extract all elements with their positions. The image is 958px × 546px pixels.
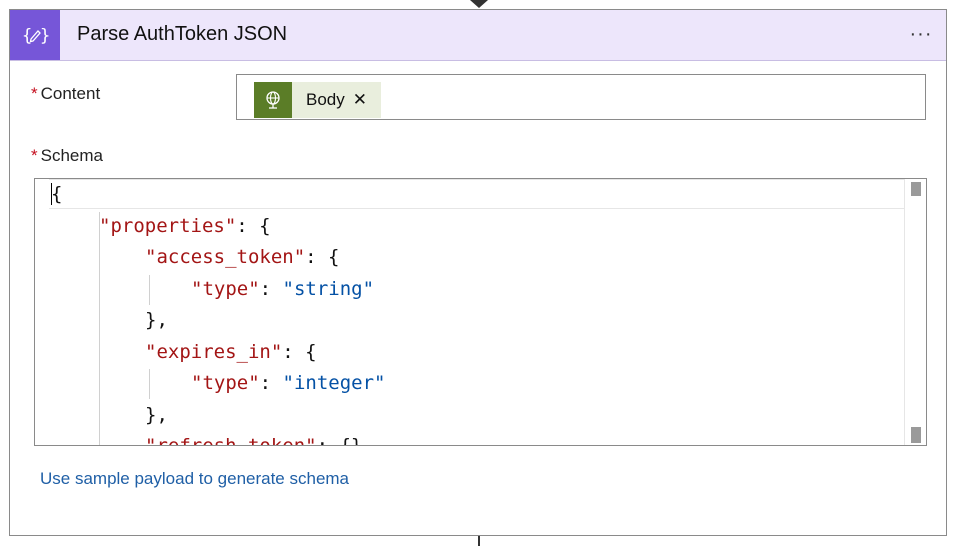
sample-payload-link[interactable]: Use sample payload to generate schema: [40, 469, 349, 489]
code-token: {: [328, 246, 340, 268]
scroll-thumb[interactable]: [911, 182, 921, 196]
code-token: },: [145, 309, 168, 331]
required-marker: *: [31, 84, 38, 103]
code-token: {: [305, 340, 317, 363]
more-options-button[interactable]: ···: [904, 19, 938, 49]
code-line: "refresh_token": {}: [145, 431, 363, 446]
indent-guide: [149, 369, 150, 399]
content-label: * Content: [31, 84, 101, 103]
schema-label: * Schema: [31, 146, 103, 165]
code-token: "properties": [99, 214, 237, 237]
code-token: {: [259, 214, 271, 237]
body-token[interactable]: Body ✕: [254, 82, 381, 118]
code-line: "type": "integer": [191, 368, 385, 399]
code-token: {: [51, 183, 63, 205]
required-marker: *: [31, 146, 38, 165]
code-token: "integer": [282, 372, 386, 394]
code-token: :: [259, 277, 283, 300]
code-line: "expires_in": {: [145, 337, 317, 368]
code-line: },: [145, 400, 168, 431]
action-title[interactable]: Parse AuthToken JSON: [77, 23, 287, 46]
code-token: :: [236, 214, 260, 237]
globe-icon: [254, 82, 292, 118]
connector-line-bottom: [478, 536, 480, 546]
code-token: "expires_in": [145, 340, 283, 363]
code-token: {}: [339, 435, 363, 446]
action-header[interactable]: { } Parse AuthToken JSON ···: [10, 10, 946, 61]
remove-token-icon[interactable]: ✕: [353, 90, 367, 110]
code-line: "type": "string": [191, 274, 374, 305]
code-token: :: [305, 246, 329, 268]
editor-scrollbar[interactable]: [904, 179, 926, 445]
svg-text:{: {: [22, 26, 32, 46]
schema-editor[interactable]: {"properties": {"access_token": {"type":…: [34, 178, 927, 446]
code-token: "access_token": [145, 246, 306, 268]
code-token: "refresh_token": [145, 435, 317, 446]
code-line: "properties": {: [99, 211, 271, 242]
code-area[interactable]: {"properties": {"access_token": {"type":…: [35, 179, 905, 446]
code-token: },: [145, 403, 168, 426]
braces-edit-icon: { }: [10, 10, 60, 60]
current-line-highlight: [49, 179, 904, 209]
svg-text:}: }: [40, 26, 49, 46]
scroll-thumb-bottom[interactable]: [911, 427, 921, 443]
connector-arrow-top: [470, 0, 488, 8]
content-input[interactable]: Body ✕: [236, 74, 926, 120]
code-line: },: [145, 305, 168, 336]
token-label: Body: [306, 90, 345, 109]
code-token: "type": [191, 372, 260, 394]
indent-guide: [149, 275, 150, 305]
indent-guide: [99, 212, 100, 445]
code-token: "string": [282, 277, 375, 300]
code-line: "access_token": {: [145, 242, 340, 273]
code-token: :: [316, 435, 340, 446]
action-card: { } Parse AuthToken JSON ··· *Content Bo…: [9, 9, 947, 536]
code-token: :: [282, 340, 306, 363]
code-token: "type": [191, 277, 260, 300]
code-token: :: [259, 372, 283, 394]
code-line: {: [51, 179, 62, 210]
